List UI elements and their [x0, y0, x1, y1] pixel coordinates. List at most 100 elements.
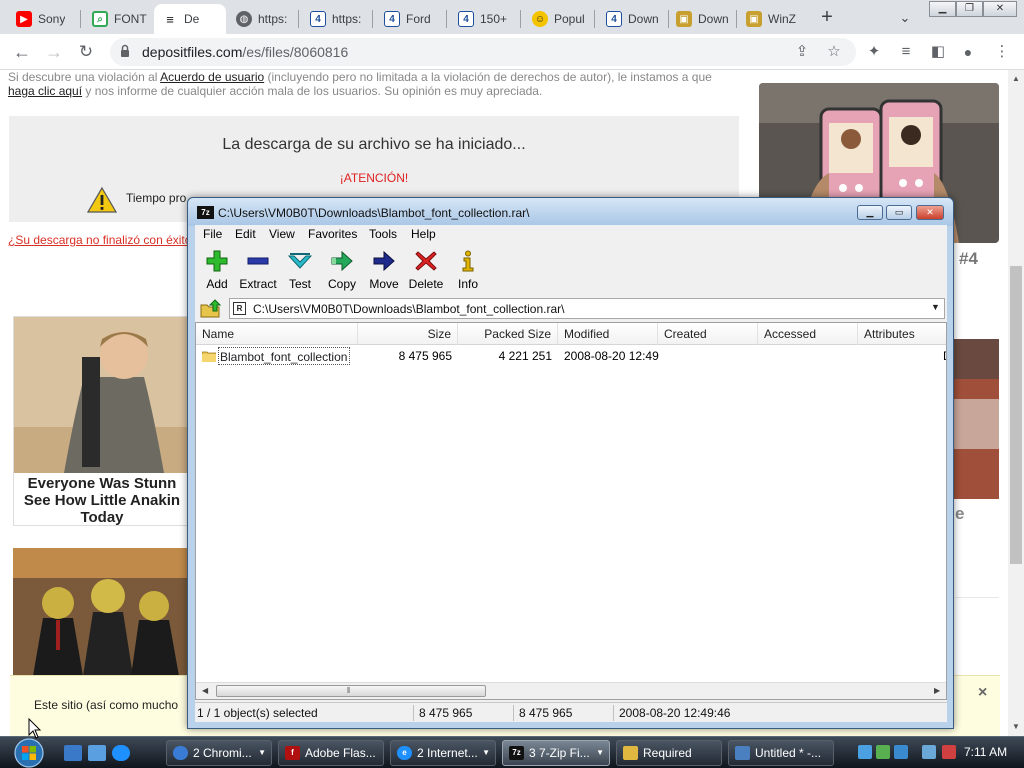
- start-orb-icon[interactable]: [10, 737, 48, 768]
- menu-file[interactable]: File: [203, 227, 222, 241]
- cookie-close-icon[interactable]: ×: [978, 684, 987, 702]
- task-adobe-flash[interactable]: f Adobe Flas...: [278, 740, 384, 766]
- menu-tools[interactable]: Tools: [369, 227, 397, 241]
- tray-volume-muted-icon[interactable]: [942, 745, 956, 759]
- scroll-up-arrow-icon[interactable]: ▲: [1012, 74, 1020, 83]
- 7zip-close-button[interactable]: ✕: [916, 205, 944, 220]
- menu-view[interactable]: View: [269, 227, 295, 241]
- 7zip-title-bar[interactable]: 7z C:\Users\VM0B0T\Downloads\Blambot_fon…: [188, 198, 953, 226]
- download-failed-link[interactable]: ¿Su descarga no finalizó con éxito: [8, 233, 191, 247]
- tab-https-2[interactable]: 4 https:: [302, 4, 368, 34]
- scroll-right-arrow-icon[interactable]: ▶: [934, 686, 940, 695]
- wait-time-text: Tiempo pro: [126, 191, 187, 205]
- new-tab-button[interactable]: +: [814, 6, 840, 30]
- tab-winz[interactable]: ▣ WinZ: [738, 4, 804, 34]
- tray-app-icon[interactable]: [876, 745, 890, 759]
- tab-title: 150+: [480, 12, 508, 26]
- menu-favorites[interactable]: Favorites: [308, 227, 357, 241]
- tab-title: https:: [258, 12, 288, 26]
- forward-arrow-icon[interactable]: →: [42, 40, 66, 64]
- task-7zip[interactable]: 7z 3 7-Zip Fi... ▼: [502, 740, 610, 766]
- task-chromium[interactable]: 2 Chromi... ▼: [166, 740, 272, 766]
- download-started-message: La descarga de su archivo se ha iniciado…: [222, 136, 526, 153]
- extract-button[interactable]: Extract: [236, 247, 280, 295]
- taskbar-clock[interactable]: 7:11 AM: [964, 745, 1007, 759]
- back-arrow-icon[interactable]: ←: [10, 40, 34, 64]
- share-icon[interactable]: ⇪: [792, 42, 812, 62]
- tray-network-icon[interactable]: [858, 745, 872, 759]
- copy-button[interactable]: Copy: [320, 247, 364, 295]
- tab-search-chevron-icon[interactable]: ⌄: [893, 7, 917, 29]
- task-group-arrow-icon: ▼: [258, 748, 266, 757]
- table-row[interactable]: Blambot_font_collection 8 475 965 4 221 …: [196, 347, 946, 365]
- tab-depositfiles[interactable]: ≡ De: [154, 4, 226, 34]
- bookmark-star-icon[interactable]: ☆: [824, 42, 844, 62]
- row-attributes: D: [943, 349, 946, 363]
- delete-x-icon: [415, 251, 437, 271]
- task-internet-explorer[interactable]: e 2 Internet... ▼: [390, 740, 496, 766]
- tab-https-1[interactable]: ◍ https:: [228, 4, 294, 34]
- reload-icon[interactable]: ↻: [74, 40, 98, 64]
- delete-button[interactable]: Delete: [404, 247, 448, 295]
- menu-edit[interactable]: Edit: [235, 227, 256, 241]
- move-button[interactable]: Move: [362, 247, 406, 295]
- violation-notice: Si descubre una violación al Acuerdo de …: [8, 70, 738, 98]
- task-required-folder[interactable]: Required: [616, 740, 722, 766]
- tab-down-1[interactable]: 4 Down: [598, 4, 664, 34]
- grip-icon: ⦀: [347, 686, 351, 695]
- scroll-thumb[interactable]: [1010, 266, 1022, 564]
- media-control-icon[interactable]: ≡: [896, 42, 916, 62]
- column-modified[interactable]: Modified: [558, 323, 658, 345]
- column-name[interactable]: Name: [196, 323, 358, 345]
- ad-anakin[interactable]: Everyone Was Stunn See How Little Anakin…: [13, 316, 189, 526]
- 7zip-maximize-button[interactable]: ▭: [886, 205, 912, 220]
- click-here-link[interactable]: haga clic aquí: [8, 84, 82, 98]
- menu-kebab-icon[interactable]: ⋮: [992, 42, 1012, 62]
- column-attributes[interactable]: Attributes: [858, 323, 946, 345]
- horizontal-scroll-thumb[interactable]: ⦀: [216, 685, 486, 697]
- side-panel-icon[interactable]: ◧: [928, 42, 948, 62]
- tray-shield-icon[interactable]: [894, 745, 908, 759]
- tab-ford[interactable]: 4 Ford: [376, 4, 442, 34]
- info-button[interactable]: Info: [446, 247, 490, 295]
- tab-title: Down: [698, 12, 729, 26]
- copy-arrow-icon: [331, 250, 353, 272]
- switch-windows-icon[interactable]: [88, 745, 106, 761]
- close-window-button[interactable]: ✕: [983, 1, 1017, 17]
- tab-150[interactable]: 4 150+: [450, 4, 516, 34]
- column-size[interactable]: Size: [358, 323, 458, 345]
- menu-help[interactable]: Help: [411, 227, 436, 241]
- minimize-window-button[interactable]: ▁: [929, 1, 956, 17]
- address-bar[interactable]: depositfiles.com/es/files/8060816: [110, 38, 856, 66]
- path-dropdown-arrow-icon[interactable]: ▼: [931, 302, 940, 312]
- tab-sony[interactable]: ▶ Sony: [8, 4, 76, 34]
- ad-right-2[interactable]: [953, 339, 999, 499]
- horizontal-scrollbar[interactable]: ◀ ⦀ ▶: [196, 682, 946, 699]
- restore-window-button[interactable]: ❐: [956, 1, 983, 17]
- scroll-left-arrow-icon[interactable]: ◀: [202, 686, 208, 695]
- task-label: Required: [643, 746, 692, 760]
- internet-explorer-icon[interactable]: [112, 745, 130, 761]
- tab-popular[interactable]: ☺ Popul: [524, 4, 590, 34]
- profile-avatar-icon[interactable]: ●: [958, 42, 978, 62]
- folder-task-icon: [623, 746, 638, 760]
- up-folder-icon[interactable]: [199, 299, 221, 319]
- task-untitled[interactable]: Untitled * -...: [728, 740, 834, 766]
- column-accessed[interactable]: Accessed: [758, 323, 858, 345]
- user-agreement-link[interactable]: Acuerdo de usuario: [160, 70, 264, 84]
- 7zip-minimize-button[interactable]: ▁: [857, 205, 883, 220]
- test-button[interactable]: Test: [278, 247, 322, 295]
- scroll-down-arrow-icon[interactable]: ▼: [1012, 722, 1020, 731]
- tab-down-2[interactable]: ▣ Down: [668, 4, 734, 34]
- path-combobox[interactable]: R C:\Users\VM0B0T\Downloads\Blambot_font…: [229, 298, 945, 319]
- extensions-puzzle-icon[interactable]: ✦: [864, 42, 884, 62]
- tab-font[interactable]: ⌕ FONT: [84, 4, 150, 34]
- add-button[interactable]: Add: [195, 247, 239, 295]
- tray-display-icon[interactable]: [922, 745, 936, 759]
- file-list[interactable]: Name Size Packed Size Modified Created A…: [195, 322, 947, 700]
- ad-masks[interactable]: [13, 548, 189, 676]
- page-scrollbar[interactable]: ▲ ▼: [1008, 70, 1024, 736]
- column-created[interactable]: Created: [658, 323, 758, 345]
- show-desktop-icon[interactable]: [64, 745, 82, 761]
- column-packed-size[interactable]: Packed Size: [458, 323, 558, 345]
